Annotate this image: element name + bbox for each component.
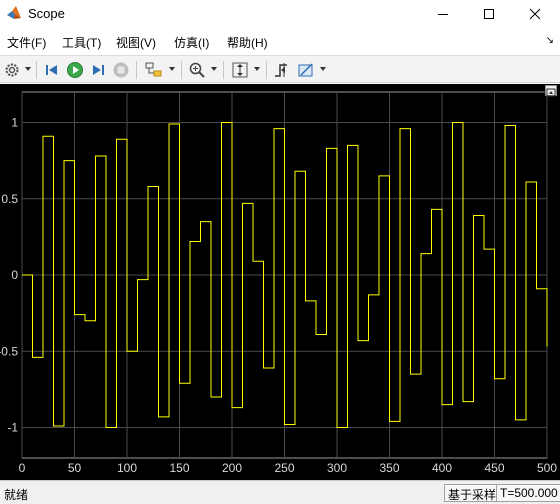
x-tick-label: 250: [274, 461, 294, 475]
measurements-dropdown-icon[interactable]: [320, 67, 326, 71]
restore-axes-icon[interactable]: [545, 85, 557, 97]
measurements-icon[interactable]: [296, 59, 316, 81]
zoom-dropdown-icon[interactable]: [211, 67, 217, 71]
stop-icon[interactable]: [111, 59, 131, 81]
toolbar-divider: [181, 61, 182, 79]
x-tick-label: 350: [379, 461, 399, 475]
x-tick-label: 50: [68, 461, 82, 475]
y-tick-label: -1: [7, 421, 18, 435]
x-tick-label: 100: [117, 461, 137, 475]
scope-plot[interactable]: 0 50 100 150 200 250 300 350 400 450 500 1 0.5 0 -0.5 -…: [0, 84, 560, 480]
minimize-button[interactable]: [420, 0, 466, 28]
y-tick-label: 0.5: [1, 192, 18, 206]
x-tick-label: 150: [169, 461, 189, 475]
highlight-block-icon[interactable]: [143, 59, 165, 81]
status-bar: 就绪 基于采样 T=500.000: [0, 480, 560, 504]
scope-chart[interactable]: 0 50 100 150 200 250 300 350 400 450 500 1 0.5 0 -0.5 -…: [0, 84, 560, 480]
menu-bar: 文件(F) 工具(T) 视图(V) 仿真(I) 帮助(H) ↘: [0, 28, 560, 54]
matlab-logo-icon: [6, 5, 22, 21]
menu-simulation[interactable]: 仿真(I): [174, 34, 209, 51]
toolbar-divider: [266, 61, 267, 79]
step-forward-icon[interactable]: [88, 59, 108, 81]
status-text: 就绪: [4, 488, 29, 502]
title-bar: Scope: [0, 0, 560, 28]
x-tick-label: 0: [19, 461, 26, 475]
autoscale-dropdown-icon[interactable]: [254, 67, 260, 71]
sample-mode-label: 基于采样: [444, 484, 501, 502]
menu-help[interactable]: 帮助(H): [227, 34, 268, 51]
menu-tools[interactable]: 工具(T): [62, 34, 101, 51]
menu-view[interactable]: 视图(V): [116, 34, 156, 51]
settings-icon[interactable]: [3, 59, 21, 81]
window-title: Scope: [28, 6, 65, 21]
x-tick-label: 200: [222, 461, 242, 475]
toolbar-divider: [136, 61, 137, 79]
toolbar: [0, 55, 560, 83]
x-tick-label: 450: [484, 461, 504, 475]
menu-file[interactable]: 文件(F): [7, 34, 46, 51]
maximize-button[interactable]: [466, 0, 512, 28]
autoscale-icon[interactable]: [230, 59, 250, 81]
sim-time-label: T=500.000: [496, 484, 560, 502]
run-icon[interactable]: [65, 59, 85, 81]
dock-arrow-icon[interactable]: ↘: [546, 35, 554, 46]
toolbar-divider: [36, 61, 37, 79]
y-tick-label: -0.5: [0, 344, 18, 358]
highlight-dropdown-icon[interactable]: [169, 67, 175, 71]
triggers-icon[interactable]: [272, 59, 292, 81]
toolbar-divider: [223, 61, 224, 79]
step-back-icon[interactable]: [43, 59, 63, 81]
zoom-icon[interactable]: [187, 59, 207, 81]
settings-dropdown-icon[interactable]: [25, 67, 31, 71]
y-tick-label: 0: [11, 268, 18, 282]
y-tick-label: 1: [11, 116, 18, 130]
x-tick-label: 300: [327, 461, 347, 475]
x-tick-label: 400: [432, 461, 452, 475]
close-button[interactable]: [512, 0, 558, 28]
x-tick-label: 500: [537, 461, 557, 475]
